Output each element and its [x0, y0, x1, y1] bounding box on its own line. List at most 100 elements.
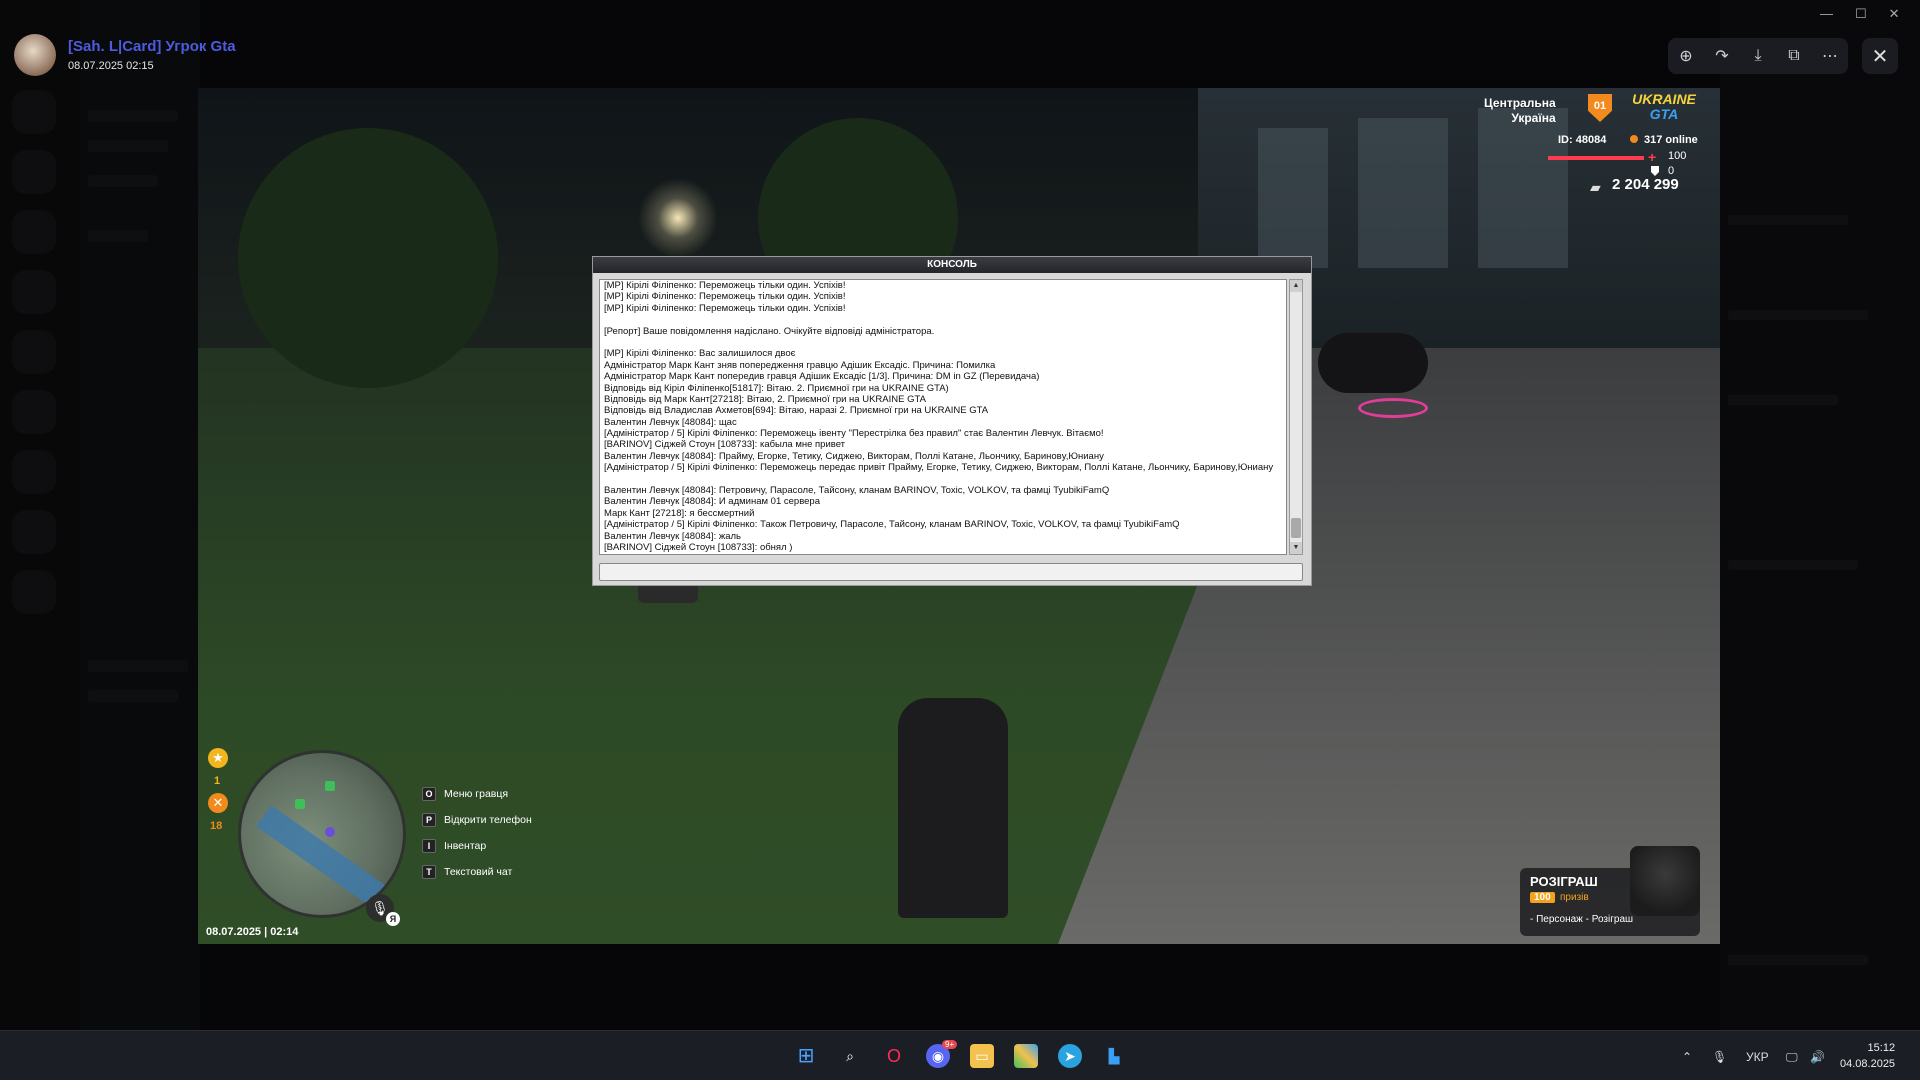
minimize-icon[interactable]: —	[1820, 6, 1833, 22]
message-timestamp: 08.07.2025 02:15	[68, 60, 154, 72]
discord-notification-badge: 9+	[942, 1040, 958, 1049]
windows-taskbar	[0, 1030, 1920, 1080]
console-line: Марк Кант [27218]: я бессмертний	[604, 507, 755, 519]
console-line: [Адміністратор / 5] Кірілі Філіпенко: Пе…	[604, 428, 1104, 440]
telegram-icon[interactable]: ➤	[1058, 1044, 1082, 1068]
tree	[238, 128, 498, 388]
money-value: 2 204 299	[1612, 176, 1679, 193]
open-external-icon[interactable]: ⧉	[1782, 44, 1806, 68]
minimap-house-icon	[295, 799, 305, 809]
key-badge: O	[422, 787, 436, 801]
suited-character	[898, 698, 1008, 918]
console-line: [BARINOV] Сіджей Стоун [108733]: кабыла …	[604, 439, 846, 451]
raffle-count-badge: 100	[1530, 892, 1555, 903]
health-value: 100	[1668, 150, 1687, 162]
window-close-icon[interactable]: ✕	[1889, 6, 1900, 22]
online-count: 317 online	[1630, 134, 1698, 146]
wanted-icon: ✕	[208, 793, 228, 813]
health-icon: +	[1648, 149, 1657, 165]
bluestacks-icon[interactable]	[1014, 1044, 1038, 1068]
hint-label: Відкрити телефон	[444, 814, 532, 826]
console-title: КОНСОЛЬ	[593, 257, 1311, 273]
console-scrollbar[interactable]: ▲ ▼	[1289, 279, 1303, 555]
console-log[interactable]: [МР] Кірілі Філіпенко: Переможець тільки…	[599, 279, 1287, 555]
image-viewer-header: [Sah. L|Card] Угрок Gta 08.07.2025 02:15…	[0, 0, 1920, 88]
hint-label: Меню гравця	[444, 788, 509, 800]
key-badge: T	[422, 865, 436, 879]
language-indicator[interactable]: УКР	[1746, 1050, 1769, 1064]
console-line: [МР] Кірілі Філіпенко: Вас залишилося дв…	[604, 348, 796, 360]
file-explorer-icon[interactable]: ▭	[970, 1044, 994, 1068]
logo-top: UKRAINE	[1632, 91, 1696, 107]
scroll-down-icon[interactable]: ▼	[1290, 542, 1302, 554]
game-datetime: 08.07.2025 | 02:14	[206, 926, 299, 938]
key-badge: P	[422, 813, 436, 827]
avatar[interactable]	[14, 34, 56, 76]
hint-label: Текстовий чат	[444, 866, 513, 878]
app-icon[interactable]: ▙	[1102, 1044, 1126, 1068]
opera-icon[interactable]: O	[882, 1044, 906, 1068]
raffle-widget: РОЗІГРАШ 100 призів - Персонаж - Розігра…	[1520, 846, 1700, 936]
clock-date: 04.08.2025	[1840, 1058, 1896, 1070]
console-line: Валентин Левчук [48084]: щас	[604, 416, 737, 428]
more-icon[interactable]: ⋯	[1818, 44, 1842, 68]
console-input[interactable]	[599, 563, 1303, 581]
zoom-in-icon[interactable]: ⊕	[1674, 44, 1698, 68]
scroll-thumb[interactable]	[1291, 518, 1301, 538]
console-line: [МР] Кірілі Філіпенко: Переможець тільки…	[604, 280, 846, 291]
building-window	[1358, 118, 1448, 268]
region-line-2: Україна	[1511, 111, 1556, 125]
rotate-icon[interactable]: ↷	[1710, 44, 1734, 68]
hint-label: Інвентар	[444, 840, 487, 852]
minimap-player-icon	[325, 827, 335, 837]
game-screenshot: Центральна Україна 01 UKRAINE GTA ID: 48…	[198, 88, 1720, 944]
hint-player-menu: O Меню гравця	[422, 785, 508, 803]
minimap-house-icon	[325, 781, 335, 791]
raffle-title: РОЗІГРАШ	[1530, 874, 1598, 889]
console-line: Адміністратор Марк Кант попередив гравця…	[604, 371, 1040, 383]
hint-open-phone: P Відкрити телефон	[422, 811, 532, 829]
chevron-up-icon[interactable]: ⌃	[1682, 1050, 1692, 1064]
microphone-tray-icon[interactable]: 🎙	[1712, 1050, 1727, 1064]
scroll-up-icon[interactable]: ▲	[1290, 280, 1302, 292]
region-label: Центральна Україна	[1484, 96, 1556, 126]
clock-time: 15:12	[1867, 1042, 1896, 1054]
motorcycle	[1318, 333, 1428, 393]
health-bar	[1548, 156, 1644, 160]
close-viewer-button[interactable]: ✕	[1862, 38, 1898, 74]
building-window	[1258, 128, 1328, 268]
maximize-icon[interactable]: ☐	[1855, 6, 1867, 22]
raffle-instruction: - Персонаж - Розіграш	[1530, 914, 1634, 925]
hint-inventory: I Інвентар	[422, 837, 486, 855]
minimap	[238, 750, 406, 918]
ukraine-gta-logo: UKRAINE GTA	[1630, 92, 1698, 130]
star-icon: ★	[208, 748, 228, 768]
windows-start-icon[interactable]: ⊞	[794, 1044, 818, 1068]
volume-icon[interactable]: 🔊	[1810, 1050, 1825, 1064]
console-line: Адміністратор Марк Кант зняв попередженн…	[604, 359, 996, 371]
console-line: Валентин Левчук [48084]: И админам 01 се…	[604, 496, 820, 508]
health-bar-fill	[1548, 156, 1644, 160]
viewer-toolbar: ⊕ ↷ ⤓ ⧉ ⋯	[1668, 38, 1848, 74]
console-line: Валентин Левчук [48084]: Петровичу, Пара…	[604, 485, 1110, 497]
console-line: [МР] Кірілі Філіпенко: Переможець тільки…	[604, 302, 846, 314]
author-name[interactable]: [Sah. L|Card] Угрок Gta	[68, 38, 236, 55]
console-line: [Адміністратор / 5] Кірілі Філіпенко: Пе…	[604, 462, 1274, 474]
logo-bottom: GTA	[1649, 106, 1679, 122]
window-controls: — ☐ ✕	[1820, 6, 1900, 22]
system-clock[interactable]: 15:12 04.08.2025	[1840, 1040, 1895, 1072]
player-id: ID: 48084	[1558, 134, 1607, 146]
download-icon[interactable]: ⤓	[1746, 44, 1770, 68]
network-icon[interactable]: 🖵	[1786, 1050, 1798, 1065]
minimap-river	[256, 805, 386, 907]
search-icon[interactable]: ⌕	[838, 1044, 862, 1068]
raffle-prizes-label: призів	[1560, 892, 1589, 903]
wanted-count: 18	[210, 820, 223, 832]
star-count: 1	[214, 775, 221, 787]
money-icon: ▰	[1590, 179, 1601, 195]
console-line: Відповідь від Кіріл Філіпенко[51817]: Ві…	[604, 382, 949, 394]
key-badge: I	[422, 839, 436, 853]
